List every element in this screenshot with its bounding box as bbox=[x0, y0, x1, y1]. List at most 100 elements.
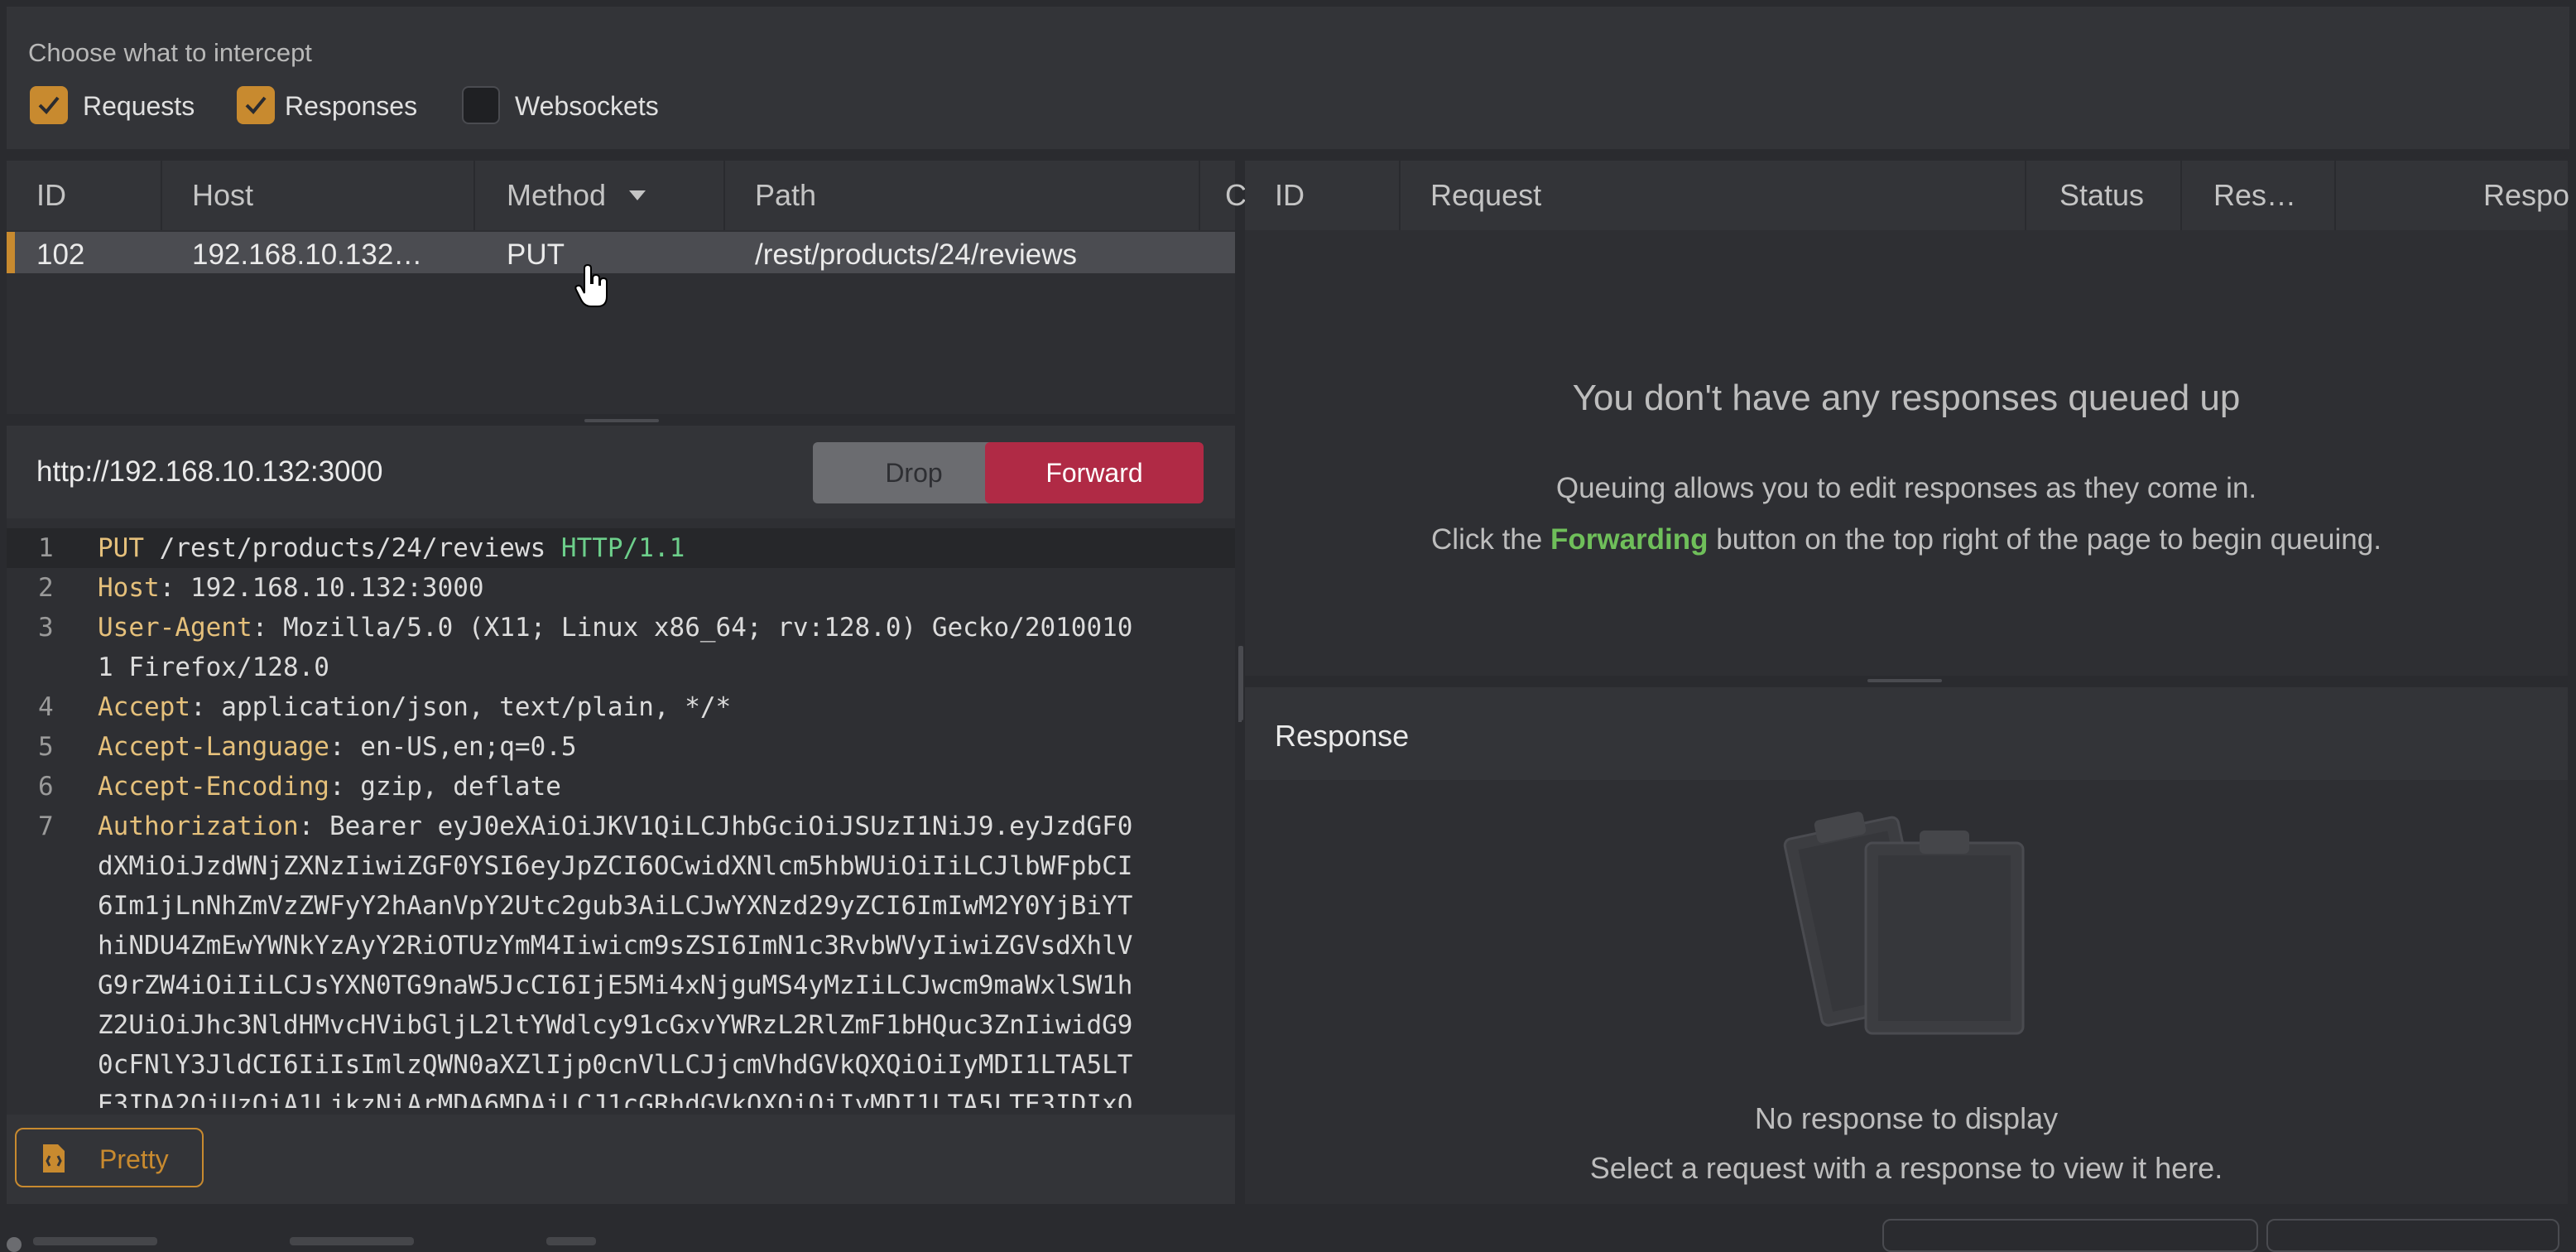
websockets-label[interactable]: Websockets bbox=[515, 91, 659, 122]
responses-checkbox[interactable] bbox=[237, 86, 275, 124]
code-line[interactable]: 4 Accept: application/json, text/plain, *… bbox=[7, 687, 1235, 727]
line-number: 5 bbox=[38, 732, 54, 762]
col-request[interactable]: Request bbox=[1430, 161, 1541, 230]
forward-button[interactable]: Forward bbox=[985, 442, 1204, 503]
code-line[interactable]: 1 Firefox/128.0 bbox=[7, 648, 1235, 687]
code-line[interactable]: 3 User-Agent: Mozilla/5.0 (X11; Linux x86… bbox=[7, 608, 1235, 648]
empty-queue-title: You don't have any responses queued up bbox=[1572, 378, 2241, 418]
intercept-options-panel: Choose what to intercept Requests Respon… bbox=[7, 7, 2569, 149]
status-item-icon bbox=[290, 1237, 414, 1245]
code-line[interactable]: 2 Host: 192.168.10.132:3000 bbox=[7, 568, 1235, 608]
row-method: PUT bbox=[507, 238, 565, 271]
responses-queue: ID Request Status Res… Respo You don't h… bbox=[1245, 161, 2569, 676]
col-status[interactable]: Status bbox=[2059, 161, 2144, 230]
line-number: 2 bbox=[38, 573, 54, 603]
header-value: : 192.168.10.132:3000 bbox=[159, 573, 484, 603]
code-line[interactable]: E3IDA2OjUzOjA1LjkzNiArMDA6MDAiLCJ1cGRhdG… bbox=[7, 1085, 1235, 1108]
hand-cursor-icon bbox=[574, 263, 608, 307]
status-bar bbox=[0, 1214, 2576, 1252]
wrapped-text: E3IDA2OjUzOjA1LjkzNiArMDA6MDAiLCJ1cGRhdG… bbox=[98, 1090, 1133, 1108]
code-line[interactable]: hiNDU4ZmEwYWNkYzAyY2RiOTUzYmM4Iiwicm9sZS… bbox=[7, 926, 1235, 965]
pretty-button[interactable]: Pretty bbox=[15, 1128, 204, 1187]
code-text: Accept: application/json, text/plain, */… bbox=[98, 687, 731, 727]
header-key: Host bbox=[98, 573, 160, 603]
code-text: E3IDA2OjUzOjA1LjkzNiArMDA6MDAiLCJ1cGRhdG… bbox=[98, 1085, 1132, 1108]
col-response[interactable]: Respo bbox=[2483, 161, 2569, 230]
horizontal-splitter-right[interactable] bbox=[1867, 679, 1942, 682]
request-line-method: PUT bbox=[98, 533, 144, 563]
request-body-editor[interactable]: 1 PUT /rest/products/24/reviews HTTP/1.1 2… bbox=[7, 528, 1235, 1108]
wrapped-text: dXMiOiJzdWNjZXNzIiwiZGF0YSI6eyJpZCI6OCwi… bbox=[98, 851, 1133, 881]
line-number: 7 bbox=[38, 811, 54, 841]
header-key: Accept-Language bbox=[98, 732, 329, 762]
sort-desc-icon[interactable] bbox=[627, 189, 647, 202]
code-text: Accept-Language: en-US,en;q=0.5 bbox=[98, 727, 577, 767]
col-response-length[interactable]: Res… bbox=[2213, 161, 2296, 230]
code-text: Authorization: Bearer eyJ0eXAiOiJKV1QiLC… bbox=[98, 807, 1132, 846]
editor-toolbar: http://192.168.10.132:3000 Drop Forward bbox=[7, 426, 1235, 518]
header-value: : gzip, deflate bbox=[329, 772, 561, 802]
header-value: : application/json, text/plain, */* bbox=[190, 692, 732, 722]
wrapped-text: hiNDU4ZmEwYWNkYzAyY2RiOTUzYmM4Iiwicm9sZS… bbox=[98, 931, 1133, 961]
responses-table-header: ID Request Status Res… Respo bbox=[1245, 161, 2569, 230]
code-line[interactable]: 1 PUT /rest/products/24/reviews HTTP/1.1 bbox=[7, 528, 1235, 568]
code-text: PUT /rest/products/24/reviews HTTP/1.1 bbox=[98, 528, 685, 568]
request-editor: http://192.168.10.132:3000 Drop Forward … bbox=[7, 426, 1242, 1204]
header-value: : Bearer eyJ0eXAiOiJKV1QiLCJhbGciOiJSUzI… bbox=[298, 811, 1133, 841]
no-response-title: No response to display bbox=[1754, 1101, 2059, 1135]
code-line[interactable]: 6 Accept-Encoding: gzip, deflate bbox=[7, 767, 1235, 807]
line-number: 6 bbox=[38, 772, 54, 802]
header-key: Accept bbox=[98, 692, 190, 722]
code-text: hiNDU4ZmEwYWNkYzAyY2RiOTUzYmM4Iiwicm9sZS… bbox=[98, 926, 1132, 965]
request-line-proto: HTTP/1.1 bbox=[560, 533, 685, 563]
header-key: Accept-Encoding bbox=[98, 772, 329, 802]
col-id[interactable]: ID bbox=[1275, 161, 1305, 230]
status-button[interactable] bbox=[1882, 1219, 2258, 1252]
response-header: Response bbox=[1245, 687, 2568, 780]
requests-label[interactable]: Requests bbox=[83, 91, 195, 122]
header-key: User-Agent bbox=[98, 613, 252, 643]
requests-table: ID Host Method Path C 102 192.168.10.132… bbox=[7, 161, 1247, 414]
line-number: 3 bbox=[38, 613, 54, 643]
code-line[interactable]: 5 Accept-Language: en-US,en;q=0.5 bbox=[7, 727, 1235, 767]
horizontal-splitter[interactable] bbox=[584, 419, 659, 422]
responses-label[interactable]: Responses bbox=[285, 91, 417, 122]
row-host: 192.168.10.132… bbox=[192, 238, 423, 271]
code-text: dXMiOiJzdWNjZXNzIiwiZGF0YSI6eyJpZCI6OCwi… bbox=[98, 846, 1132, 886]
websockets-checkbox[interactable] bbox=[462, 86, 500, 124]
code-text: User-Agent: Mozilla/5.0 (X11; Linux x86_… bbox=[98, 608, 1132, 648]
header-value: : en-US,en;q=0.5 bbox=[329, 732, 577, 762]
document-icon bbox=[43, 1144, 65, 1173]
requests-checkbox[interactable] bbox=[30, 86, 68, 124]
wrapped-text: 0cFNlY3JldCI6IiIsImlzQWN0aXZlIjp0cnVlLCJ… bbox=[98, 1050, 1133, 1080]
status-indicator-icon bbox=[7, 1237, 22, 1252]
col-method[interactable]: Method bbox=[507, 161, 606, 230]
col-id[interactable]: ID bbox=[36, 161, 66, 230]
code-line[interactable]: dXMiOiJzdWNjZXNzIiwiZGF0YSI6eyJpZCI6OCwi… bbox=[7, 846, 1235, 886]
code-text: Host: 192.168.10.132:3000 bbox=[98, 568, 484, 608]
table-row[interactable]: 102 192.168.10.132… PUT /rest/products/2… bbox=[7, 232, 1235, 273]
wrapped-text: Z2UiOiJhc3NldHMvcHVibGljL2ltYWdlcy91cGxv… bbox=[98, 1010, 1133, 1040]
code-line[interactable]: 0cFNlY3JldCI6IiIsImlzQWN0aXZlIjp0cnVlLCJ… bbox=[7, 1045, 1235, 1085]
col-path[interactable]: Path bbox=[755, 161, 816, 230]
code-line[interactable]: 6Im1jLnNhZmVzZWFyY2hAanVpY2Utc2gub3AiLCJ… bbox=[7, 886, 1235, 926]
pretty-label: Pretty bbox=[99, 1144, 169, 1174]
clipboard-icon bbox=[1783, 811, 2025, 1035]
status-text-icon bbox=[33, 1237, 157, 1245]
request-line-path: /rest/products/24/reviews bbox=[144, 533, 561, 563]
code-line[interactable]: Z2UiOiJhc3NldHMvcHVibGljL2ltYWdlcy91cGxv… bbox=[7, 1005, 1235, 1045]
empty-queue-line2: Click the Forwarding button on the top r… bbox=[1431, 523, 2381, 556]
forwarding-link[interactable]: Forwarding bbox=[1550, 523, 1709, 556]
code-text: 6Im1jLnNhZmVzZWFyY2hAanVpY2Utc2gub3AiLCJ… bbox=[98, 886, 1132, 926]
empty-queue-line1: Queuing allows you to edit responses as … bbox=[1555, 472, 2257, 504]
code-line[interactable]: G9rZW4iOiIiLCJsYXN0TG9naW5JcCI6IjE5Mi4xN… bbox=[7, 965, 1235, 1005]
header-value: : Mozilla/5.0 (X11; Linux x86_64; rv:128… bbox=[252, 613, 1133, 643]
code-line[interactable]: 7 Authorization: Bearer eyJ0eXAiOiJKV1QiL… bbox=[7, 807, 1235, 846]
vertical-splitter[interactable] bbox=[1238, 646, 1243, 720]
col-host[interactable]: Host bbox=[192, 161, 253, 230]
header-key: Authorization bbox=[98, 811, 299, 841]
wrapped-text: 1 Firefox/128.0 bbox=[98, 652, 329, 682]
col-partial[interactable]: C bbox=[1225, 161, 1247, 230]
status-button[interactable] bbox=[2266, 1219, 2559, 1252]
requests-table-header: ID Host Method Path C bbox=[7, 161, 1247, 230]
